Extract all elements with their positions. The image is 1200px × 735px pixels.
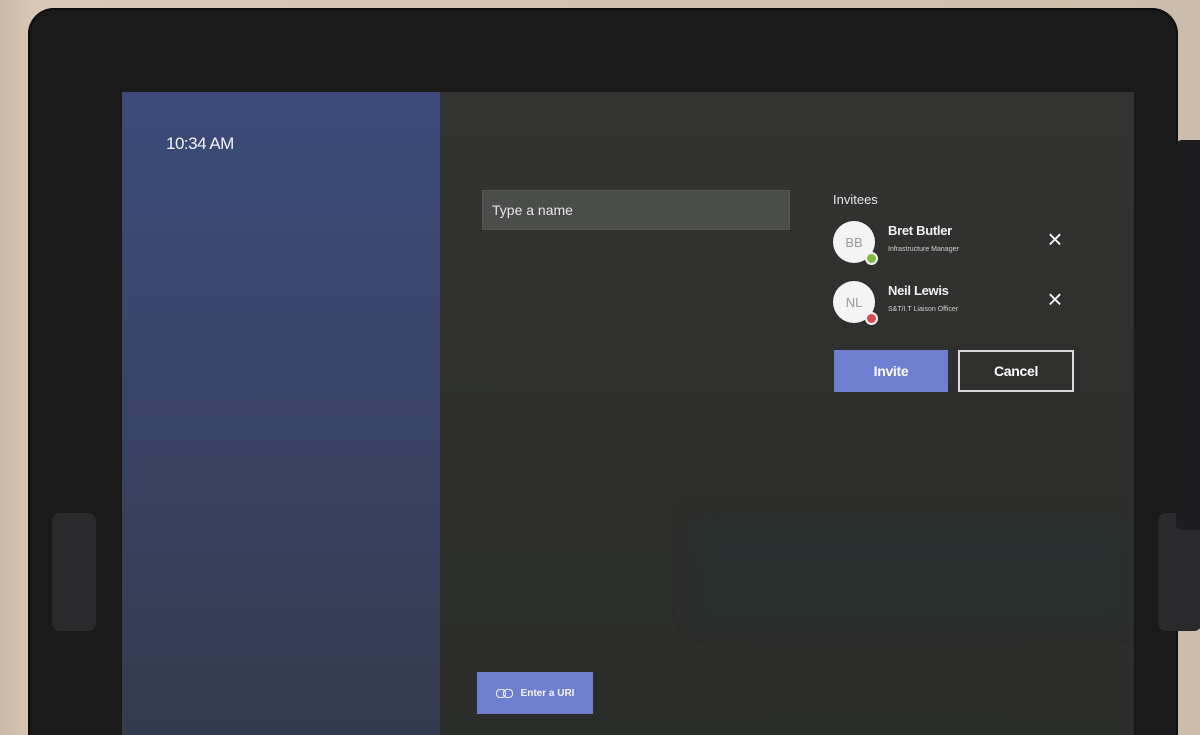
invitee-title: Infrastructure Manager	[888, 246, 959, 253]
presence-dot	[865, 252, 878, 265]
tablet-side-bump	[1158, 513, 1200, 631]
invitees-heading: Invitees	[833, 192, 878, 207]
invitees-list: Invitees BB Bret Butler Infrastructure M…	[833, 192, 1083, 341]
presence-dot	[865, 312, 878, 325]
invitee-item: NL Neil Lewis S&T/I.T Liaison Officer ×	[833, 281, 1083, 341]
link-icon	[495, 688, 513, 698]
invitee-name: Neil Lewis	[888, 283, 949, 298]
cable	[1176, 140, 1200, 530]
close-icon[interactable]: ×	[1043, 286, 1067, 312]
close-icon[interactable]: ×	[1043, 226, 1067, 252]
invite-button[interactable]: Invite	[834, 350, 948, 392]
sidebar: 10:34 AM	[122, 92, 440, 735]
invite-actions: Invite Cancel	[834, 350, 1079, 392]
enter-url-button[interactable]: Enter a URI	[477, 672, 593, 714]
search-input[interactable]	[482, 190, 790, 230]
invitee-name: Bret Butler	[888, 223, 952, 238]
avatar-initials: NL	[845, 294, 863, 310]
tablet-frame: 10:34 AM Invitees BB Bret Butler Infrast…	[28, 8, 1200, 735]
avatar-initials: BB	[845, 234, 863, 250]
invitee-title: S&T/I.T Liaison Officer	[888, 306, 959, 313]
tablet-side-bump	[52, 513, 96, 631]
screen-reflection	[695, 522, 1125, 622]
clock: 10:34 AM	[166, 134, 234, 153]
teams-room-screen: 10:34 AM Invitees BB Bret Butler Infrast…	[122, 92, 1134, 735]
invitee-item: BB Bret Butler Infrastructure Manager ×	[833, 221, 1083, 281]
cancel-button[interactable]: Cancel	[958, 350, 1074, 392]
invite-panel: Invitees BB Bret Butler Infrastructure M…	[440, 92, 1134, 735]
enter-url-label: Enter a URI	[520, 687, 575, 699]
